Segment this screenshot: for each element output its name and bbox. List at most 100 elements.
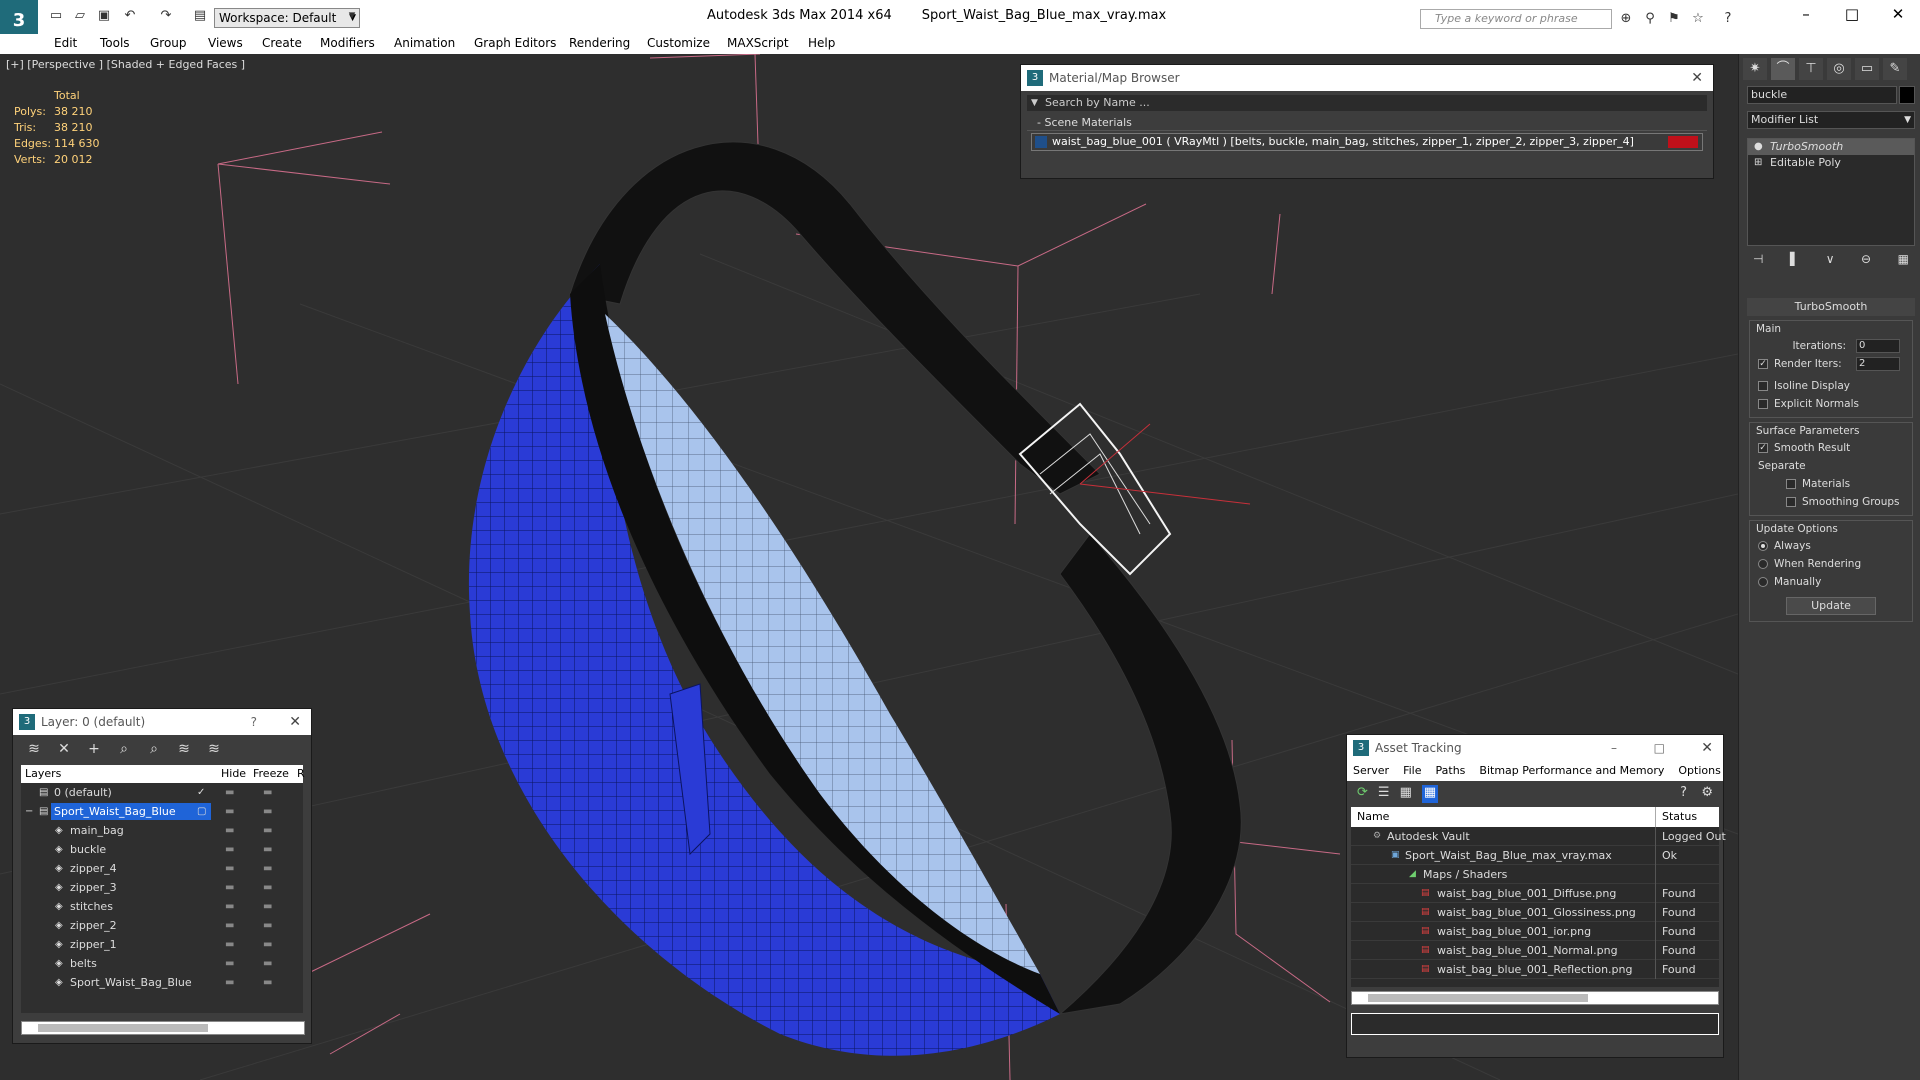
undo-icon[interactable]: ↶ — [122, 9, 138, 23]
layer-horizontal-scrollbar[interactable] — [21, 1021, 305, 1035]
layer-highlight-icon[interactable]: ⌕ — [143, 741, 165, 759]
configure-sets-icon[interactable]: ▦ — [1898, 252, 1909, 272]
layer-row[interactable]: ◈ zipper_2 ▬ ▬ — [21, 916, 303, 935]
hide-toggle[interactable]: ▬ — [225, 954, 234, 973]
layer-delete-icon[interactable]: ✕ — [53, 741, 75, 759]
new-file-icon[interactable]: ▭ — [48, 9, 64, 23]
hide-toggle[interactable]: ▬ — [225, 783, 234, 802]
show-end-result-icon[interactable]: ▌ — [1790, 252, 1799, 272]
iterations-spinner[interactable]: 0 — [1856, 339, 1900, 353]
hide-toggle[interactable]: ▬ — [225, 916, 234, 935]
project-folder-icon[interactable]: ▤ — [192, 9, 208, 23]
help-icon[interactable]: ? — [1720, 11, 1736, 27]
minimize-icon[interactable]: – — [1611, 735, 1617, 761]
header-status[interactable]: Status — [1655, 807, 1697, 827]
layer-row[interactable]: ▤ 0 (default) ✓ ▬ ▬ — [21, 783, 303, 802]
smoothing-groups-checkbox[interactable] — [1786, 497, 1796, 507]
scrollbar-thumb[interactable] — [1368, 994, 1588, 1002]
workspace-dropdown[interactable]: Workspace: Default ▼ — [214, 8, 360, 28]
menu-maxscript[interactable]: MAXScript — [727, 36, 789, 50]
subscription-icon[interactable]: ⚲ — [1642, 11, 1658, 27]
open-file-icon[interactable]: ▱ — [72, 9, 88, 23]
hierarchy-tab-icon[interactable]: ⊤ — [1799, 58, 1823, 80]
menu-graph-editors[interactable]: Graph Editors — [474, 36, 556, 50]
workspace-menu-icon[interactable]: ▾ — [344, 9, 360, 23]
asset-row[interactable]: ▤ waist_bag_blue_001_Reflection.png Found — [1351, 960, 1719, 979]
update-manually-option[interactable]: Manually — [1756, 573, 1906, 591]
explicit-normals-checkbox[interactable] — [1758, 399, 1768, 409]
radio-always[interactable] — [1758, 541, 1768, 551]
modifier-list-dropdown[interactable]: Modifier List ▼ — [1747, 111, 1915, 129]
asset-row[interactable]: ⚙ Autodesk Vault Logged Out — [1351, 827, 1726, 846]
menu-file[interactable]: File — [1403, 761, 1421, 781]
layer-select-icon[interactable]: ⌕ — [113, 741, 135, 759]
menu-tools[interactable]: Tools — [100, 36, 130, 50]
menu-animation[interactable]: Animation — [394, 36, 455, 50]
menu-customize[interactable]: Customize — [647, 36, 710, 50]
menu-help[interactable]: Help — [808, 36, 835, 50]
menu-bitmap-performance[interactable]: Bitmap Performance and Memory — [1479, 761, 1664, 781]
search-input[interactable]: Type a keyword or phrase — [1420, 9, 1612, 29]
close-icon[interactable]: ✕ — [1888, 4, 1908, 24]
communication-icon[interactable]: ⚑ — [1666, 11, 1682, 27]
render-iters-spinner[interactable]: 2 — [1856, 357, 1900, 371]
layer-row[interactable]: ◈ buckle ▬ ▬ — [21, 840, 303, 859]
menu-group[interactable]: Group — [150, 36, 187, 50]
material-row[interactable]: waist_bag_blue_001 ( VRayMtl ) [belts, b… — [1031, 133, 1703, 151]
asset-tracking-titlebar[interactable]: 3 Asset Tracking – □ ✕ — [1347, 735, 1723, 761]
freeze-toggle[interactable]: ▬ — [263, 802, 272, 821]
asset-path-field[interactable] — [1351, 1013, 1719, 1035]
make-unique-icon[interactable]: ∨ — [1826, 252, 1835, 272]
scrollbar-thumb[interactable] — [38, 1024, 208, 1032]
object-name-field[interactable]: buckle — [1747, 86, 1897, 104]
filter-icon[interactable]: ▼ — [1031, 95, 1038, 111]
material-search-input[interactable]: ▼ Search by Name ... — [1027, 95, 1707, 111]
redo-icon[interactable]: ↷ — [158, 9, 174, 23]
header-name[interactable]: Name — [1357, 807, 1389, 827]
object-color-swatch[interactable] — [1899, 86, 1915, 104]
hide-toggle[interactable]: ▬ — [225, 821, 234, 840]
stack-item-editable-poly[interactable]: ⊞ Editable Poly — [1748, 155, 1914, 171]
menu-server[interactable]: Server — [1353, 761, 1389, 781]
layer-row[interactable]: ◈ zipper_1 ▬ ▬ — [21, 935, 303, 954]
asset-row[interactable]: ▤ waist_bag_blue_001_Diffuse.png Found — [1351, 884, 1719, 903]
hide-toggle[interactable]: ▬ — [225, 935, 234, 954]
close-icon[interactable]: ✕ — [289, 709, 301, 735]
light-bulb-icon[interactable]: ● — [1754, 139, 1763, 155]
hide-toggle[interactable]: ▬ — [225, 897, 234, 916]
rollout-title[interactable]: TurboSmooth — [1747, 298, 1915, 316]
menu-modifiers[interactable]: Modifiers — [320, 36, 375, 50]
materials-checkbox[interactable] — [1786, 479, 1796, 489]
freeze-toggle[interactable]: ▬ — [263, 973, 272, 992]
hide-toggle[interactable]: ▬ — [225, 802, 234, 821]
header-render[interactable]: R — [297, 765, 305, 783]
menu-paths[interactable]: Paths — [1436, 761, 1466, 781]
freeze-toggle[interactable]: ▬ — [263, 783, 272, 802]
layer-panel-titlebar[interactable]: 3 Layer: 0 (default) ? ✕ — [13, 709, 311, 735]
binoculars-icon[interactable]: ⊕ — [1618, 11, 1634, 27]
asset-horizontal-scrollbar[interactable] — [1351, 991, 1719, 1005]
scene-materials-section[interactable]: - Scene Materials — [1027, 115, 1707, 131]
close-icon[interactable]: ✕ — [1701, 735, 1713, 761]
layer-row[interactable]: ◈ Sport_Waist_Bag_Blue ▬ ▬ — [21, 973, 303, 992]
update-button[interactable]: Update — [1786, 597, 1876, 615]
layer-row[interactable]: ◈ zipper_4 ▬ ▬ — [21, 859, 303, 878]
favorites-star-icon[interactable]: ☆ — [1690, 11, 1706, 27]
freeze-toggle[interactable]: ▬ — [263, 859, 272, 878]
hide-toggle[interactable]: ▬ — [225, 840, 234, 859]
display-tab-icon[interactable]: ▭ — [1855, 58, 1879, 80]
asset-row[interactable]: ▤ waist_bag_blue_001_Normal.png Found — [1351, 941, 1719, 960]
hide-toggle[interactable]: ▬ — [225, 878, 234, 897]
update-always-option[interactable]: Always — [1756, 537, 1906, 555]
list-view-icon[interactable]: ☰ — [1378, 785, 1390, 803]
radio-manually[interactable] — [1758, 577, 1768, 587]
stack-item-turbosmooth[interactable]: ● TurboSmooth — [1748, 139, 1914, 155]
isoline-checkbox[interactable] — [1758, 381, 1768, 391]
freeze-toggle[interactable]: ▬ — [263, 821, 272, 840]
maximize-icon[interactable]: □ — [1842, 4, 1862, 24]
motion-tab-icon[interactable]: ◎ — [1827, 58, 1851, 80]
material-browser-titlebar[interactable]: 3 Material/Map Browser ✕ — [1021, 65, 1713, 91]
layer-hide-all-icon[interactable]: ≋ — [173, 741, 195, 759]
close-icon[interactable]: ✕ — [1691, 65, 1703, 91]
minimize-icon[interactable]: – — [1796, 4, 1816, 24]
